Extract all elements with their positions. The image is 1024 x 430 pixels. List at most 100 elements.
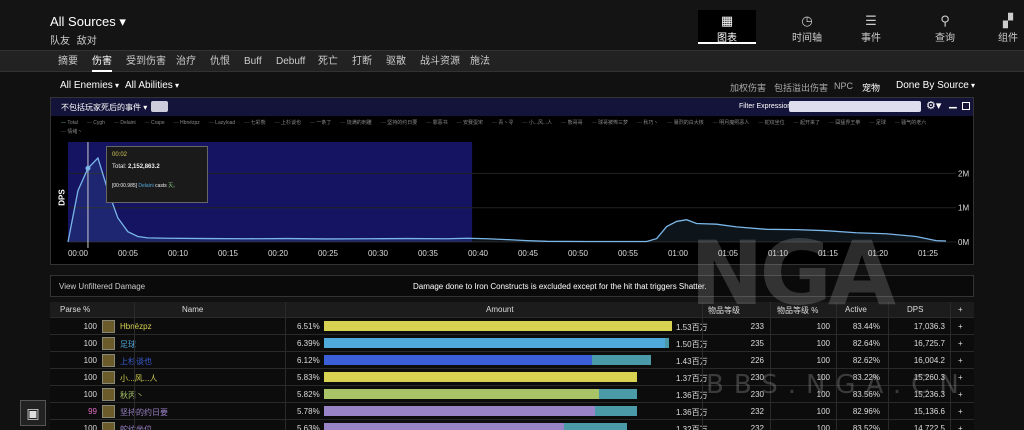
view-timeline[interactable]: ◷ 时间轴	[776, 10, 838, 44]
legend-item[interactable]: 骚气的老六	[895, 120, 926, 126]
legend-item[interactable]: 足球	[869, 120, 885, 126]
legend-item[interactable]: 烧满的刺雕	[340, 120, 371, 126]
legend-item[interactable]: Hbnëzpz	[174, 120, 200, 126]
add-button[interactable]: +	[958, 407, 963, 416]
legend-item[interactable]: 小...风...人	[522, 120, 552, 126]
tab-threat[interactable]: 仇恨	[210, 51, 230, 72]
legend-item[interactable]: 青丶寻	[492, 120, 513, 126]
tab-interrupts[interactable]: 打断	[352, 51, 372, 72]
col-name[interactable]: Name	[182, 305, 203, 314]
legend-item[interactable]: 上杉谈也	[275, 120, 301, 126]
tooltip-total: Total: 2,152,863.2	[112, 164, 202, 170]
tab-debuffs[interactable]: Debuff	[276, 51, 305, 72]
view-widgets[interactable]: ▞ 组件	[984, 10, 1024, 44]
view-widgets-label: 组件	[998, 33, 1018, 44]
source-label: All Sources	[50, 14, 116, 29]
tab-damage-taken[interactable]: 受到伤害	[126, 51, 166, 72]
amount-bar-extra	[665, 338, 669, 348]
tooltip-caster: Delaini	[138, 183, 154, 189]
nga-watermark-site: BBS.NGA.CN	[706, 370, 969, 400]
legend-item[interactable]: Cygh	[87, 120, 105, 126]
qr-code-icon[interactable]: ▣	[20, 400, 46, 426]
add-button[interactable]: +	[958, 322, 963, 331]
legend-item[interactable]: Lazyload	[209, 120, 235, 126]
friendly-link[interactable]: 队友	[50, 36, 70, 47]
legend-item[interactable]: 球哥被怖三梦	[592, 120, 628, 126]
event-filter-box[interactable]	[151, 101, 168, 112]
amount-percent: 5.63%	[297, 424, 320, 430]
col-amount[interactable]: Amount	[486, 305, 514, 314]
view-query[interactable]: ⚲ 查询	[922, 10, 968, 44]
legend-item[interactable]: 蛇纹坐位	[758, 120, 784, 126]
item-level-pct: 100	[816, 356, 830, 365]
amount-bar	[324, 321, 672, 331]
gear-icon[interactable]: ⚙▾	[926, 99, 941, 112]
event-filter-dropdown[interactable]: 不包括玩家死后的事件	[61, 102, 147, 113]
filter-row: All Enemies All Abilities 加权伤害 包括溢出伤害 NP…	[0, 76, 1024, 96]
col-parse[interactable]: Parse %	[60, 305, 90, 314]
player-name[interactable]: 蛇纹坐位	[120, 424, 152, 430]
legend-item[interactable]: 起开来了	[794, 120, 820, 126]
view-unfiltered-link[interactable]: View Unfiltered Damage	[59, 282, 145, 291]
tab-dispels[interactable]: 驱散	[386, 51, 406, 72]
legend-item[interactable]: 一条丁	[310, 120, 331, 126]
tab-healing[interactable]: 治疗	[176, 51, 196, 72]
option-npc[interactable]: NPC	[834, 81, 853, 91]
dps-value: 15,136.6	[913, 407, 945, 416]
class-icon	[102, 354, 115, 367]
legend-item[interactable]: 情绪丶	[61, 129, 82, 135]
player-name[interactable]: 秋丙丶	[120, 390, 144, 401]
add-button[interactable]: +	[958, 339, 963, 348]
x-tick-label: 00:35	[418, 249, 439, 258]
legend-item[interactable]: 安赛蛋宋	[457, 120, 483, 126]
tab-summary[interactable]: 摘要	[58, 51, 78, 72]
parse-value: 100	[83, 322, 97, 331]
legend-item[interactable]: Crape	[145, 120, 165, 126]
option-pets[interactable]: 宠物	[862, 81, 880, 94]
legend-item[interactable]: 秋巧丶	[637, 120, 658, 126]
source-dropdown[interactable]: All Sources ▾	[50, 14, 126, 30]
x-tick-label: 00:40	[468, 249, 489, 258]
enemies-dropdown[interactable]: All Enemies	[60, 80, 119, 91]
legend-item[interactable]: 熊哥哥	[561, 120, 582, 126]
hover-point	[85, 165, 91, 171]
item-level-pct: 100	[816, 424, 830, 430]
legend-item[interactable]: Total	[61, 120, 78, 126]
add-button[interactable]: +	[958, 356, 963, 365]
tooltip-cast: [00:00.985] Delaini casts 灭。	[112, 182, 202, 189]
legend-item[interactable]: 坚持的约日要	[381, 120, 417, 126]
col-dps[interactable]: DPS	[907, 305, 923, 314]
legend-item[interactable]: 罪恶书	[426, 120, 447, 126]
list-icon: ☰	[865, 13, 877, 28]
tab-resources[interactable]: 战斗资源	[420, 51, 460, 72]
option-weighted[interactable]: 加权伤害	[730, 81, 766, 94]
tab-casts[interactable]: 施法	[470, 51, 490, 72]
tab-damage-done[interactable]: 伤害	[92, 51, 112, 72]
legend-item[interactable]: 暴烈的白大核	[667, 120, 703, 126]
legend-item[interactable]: 七彩熊	[244, 120, 265, 126]
filter-expression-input[interactable]	[789, 101, 921, 112]
view-events[interactable]: ☰ 事件	[848, 10, 894, 44]
tab-buffs[interactable]: Buff	[244, 51, 262, 72]
add-button[interactable]: +	[958, 424, 963, 430]
view-chart[interactable]: ▦ 图表	[698, 10, 756, 44]
player-name[interactable]: Hbnëzpz	[120, 322, 152, 331]
col-add[interactable]: +	[958, 305, 963, 314]
x-tick-label: 00:25	[318, 249, 339, 258]
legend-item[interactable]: 明月魔照恶人	[713, 120, 749, 126]
maximize-icon[interactable]	[962, 102, 970, 110]
x-tick-label: 00:15	[218, 249, 239, 258]
player-name[interactable]: 小...风...人	[120, 373, 157, 384]
amount-bar-extra	[591, 355, 652, 365]
grouping-dropdown[interactable]: Done By Source	[896, 80, 975, 91]
legend-item[interactable]: 囧猛界王拳	[829, 120, 860, 126]
tab-deaths[interactable]: 死亡	[318, 51, 338, 72]
dps-value: 16,004.2	[913, 356, 945, 365]
option-overkill[interactable]: 包括溢出伤害	[774, 81, 828, 94]
player-name[interactable]: 坚持的约日要	[120, 407, 168, 418]
hostile-link[interactable]: 敌对	[77, 36, 97, 47]
minimize-icon[interactable]: ▁	[949, 98, 957, 109]
abilities-dropdown[interactable]: All Abilities	[125, 80, 179, 91]
legend-item[interactable]: Delaini	[114, 120, 136, 126]
player-name[interactable]: 上杉谈也	[120, 356, 152, 367]
